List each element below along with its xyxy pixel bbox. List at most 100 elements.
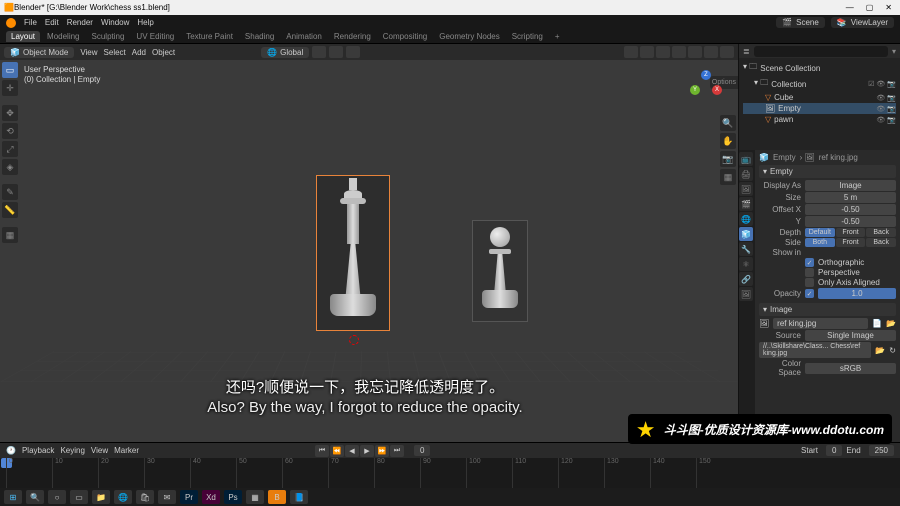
overlay-toggle[interactable]: [640, 46, 654, 58]
proptab-constraint[interactable]: 🔗: [739, 272, 753, 286]
vmenu-view[interactable]: View: [80, 48, 97, 57]
task-search[interactable]: 🔍: [26, 490, 44, 504]
nav-pan[interactable]: ✋: [720, 133, 736, 149]
timeline-icon[interactable]: 🕐: [6, 446, 16, 455]
tmenu-keying[interactable]: Keying: [60, 446, 84, 455]
jump-end[interactable]: ⏭: [390, 445, 404, 457]
current-frame[interactable]: 0: [414, 445, 430, 456]
proptab-viewlayer[interactable]: 🖼: [739, 182, 753, 196]
nav-camera[interactable]: 📷: [720, 151, 736, 167]
colorspace-field[interactable]: sRGB: [805, 363, 896, 374]
keyframe-next[interactable]: ⏩: [375, 445, 389, 457]
task-cortana[interactable]: ○: [48, 490, 66, 504]
menu-window[interactable]: Window: [101, 18, 129, 27]
vmenu-add[interactable]: Add: [132, 48, 146, 57]
start-button[interactable]: ⊞: [4, 490, 22, 504]
axis-z-icon[interactable]: Z: [701, 70, 711, 80]
frame-start[interactable]: 0: [826, 445, 842, 456]
tool-measure[interactable]: 📏: [2, 202, 18, 218]
task-app4[interactable]: ▦: [246, 490, 264, 504]
xray-toggle[interactable]: [656, 46, 670, 58]
viewlayer-selector[interactable]: 📚 ViewLayer: [831, 17, 894, 28]
task-app5[interactable]: 📘: [290, 490, 308, 504]
shading-wire[interactable]: [672, 46, 686, 58]
tool-cursor[interactable]: ✛: [2, 80, 18, 96]
tool-scale[interactable]: ⤢: [2, 141, 18, 157]
vmenu-select[interactable]: Select: [104, 48, 126, 57]
outliner-mode-icon[interactable]: ≣: [743, 47, 750, 56]
tool-addcube[interactable]: ▦: [2, 227, 18, 243]
task-taskview[interactable]: ▭: [70, 490, 88, 504]
outliner-scene-collection[interactable]: ▾ 🗀 Scene Collection: [743, 60, 896, 76]
tool-annotate[interactable]: ✎: [2, 184, 18, 200]
opacity-field[interactable]: 1.0: [818, 288, 896, 299]
proptab-object[interactable]: 🧊: [739, 227, 753, 241]
tmenu-marker[interactable]: Marker: [114, 446, 139, 455]
proptab-data[interactable]: 🖼: [739, 287, 753, 301]
vmenu-object[interactable]: Object: [152, 48, 175, 57]
mode-selector[interactable]: 🧊 Object Mode: [4, 47, 74, 58]
showin-ortho[interactable]: ✓Orthographic: [805, 258, 896, 267]
proptab-output[interactable]: 🖨: [739, 167, 753, 181]
axis-y-icon[interactable]: Y: [690, 85, 700, 95]
image-source-field[interactable]: Single Image: [805, 330, 896, 341]
outliner-item-pawn[interactable]: ▽ pawn👁📷: [743, 114, 896, 125]
nav-zoom[interactable]: 🔍: [720, 115, 736, 131]
proptab-physics[interactable]: ⚛: [739, 257, 753, 271]
timeline-track[interactable]: 0102030405060708090100110120130140150: [0, 458, 900, 490]
pivot-button[interactable]: [312, 46, 326, 58]
image-name-field[interactable]: ref king.jpg: [773, 318, 868, 329]
tmenu-view[interactable]: View: [91, 446, 108, 455]
tab-texture[interactable]: Texture Paint: [181, 31, 238, 42]
outliner-item-cube[interactable]: ▽ Cube👁📷: [743, 92, 896, 103]
close-button[interactable]: ✕: [885, 3, 892, 12]
outliner-item-empty[interactable]: 🖼 Empty👁📷: [743, 103, 896, 114]
size-field[interactable]: 5 m: [805, 192, 896, 203]
axis-x-icon[interactable]: X: [712, 85, 722, 95]
showin-persp[interactable]: Perspective: [805, 268, 896, 277]
tab-compositing[interactable]: Compositing: [378, 31, 432, 42]
tab-uv[interactable]: UV Editing: [131, 31, 179, 42]
task-app1[interactable]: Pr: [180, 490, 198, 504]
shading-rendered[interactable]: [720, 46, 734, 58]
keyframe-prev[interactable]: ⏪: [330, 445, 344, 457]
new-image-icon[interactable]: 📄: [872, 319, 882, 328]
reload-icon[interactable]: ↻: [889, 346, 896, 355]
folder-icon[interactable]: 📂: [875, 346, 885, 355]
panel-empty-header[interactable]: ▾ Empty: [759, 165, 896, 178]
snap-button[interactable]: [329, 46, 343, 58]
opacity-checkbox[interactable]: ✓: [805, 289, 814, 298]
frame-end[interactable]: 250: [869, 445, 894, 456]
task-app2[interactable]: Xd: [202, 490, 220, 504]
open-image-icon[interactable]: 📂: [886, 319, 896, 328]
tool-select[interactable]: ▭: [2, 62, 18, 78]
menu-help[interactable]: Help: [137, 18, 153, 27]
shading-matprev[interactable]: [704, 46, 718, 58]
outliner-collection[interactable]: ▾ 🗀 Collection☑👁📷: [743, 76, 896, 92]
filter-icon[interactable]: ▾: [892, 47, 896, 56]
proptab-modifier[interactable]: 🔧: [739, 242, 753, 256]
maximize-button[interactable]: ▢: [866, 3, 874, 12]
tab-add[interactable]: +: [550, 31, 565, 42]
tool-transform[interactable]: ◈: [2, 159, 18, 175]
empty-image-king[interactable]: [316, 175, 390, 331]
3d-viewport[interactable]: User Perspective (0) Collection | Empty …: [0, 60, 738, 442]
orientation-selector[interactable]: 🌐 Global: [261, 47, 309, 58]
offset-y-field[interactable]: -0.50: [805, 216, 896, 227]
task-app3[interactable]: Ps: [224, 490, 242, 504]
proptab-world[interactable]: 🌐: [739, 212, 753, 226]
scene-selector[interactable]: 🎬 Scene: [776, 17, 825, 28]
proptab-render[interactable]: 📺: [739, 152, 753, 166]
tab-animation[interactable]: Animation: [281, 31, 327, 42]
task-store[interactable]: 🛍: [136, 490, 154, 504]
menu-edit[interactable]: Edit: [45, 18, 59, 27]
task-explorer[interactable]: 📁: [92, 490, 110, 504]
jump-start[interactable]: ⏮: [315, 445, 329, 457]
depth-buttons[interactable]: DefaultFrontBack: [805, 228, 896, 237]
menu-render[interactable]: Render: [67, 18, 93, 27]
image-path-field[interactable]: //..\Skillshare\Class... Chess\ref king.…: [759, 342, 871, 358]
tab-layout[interactable]: Layout: [6, 31, 40, 42]
play-forward[interactable]: ▶: [360, 445, 374, 457]
tool-rotate[interactable]: ⟲: [2, 123, 18, 139]
tool-move[interactable]: ✥: [2, 105, 18, 121]
